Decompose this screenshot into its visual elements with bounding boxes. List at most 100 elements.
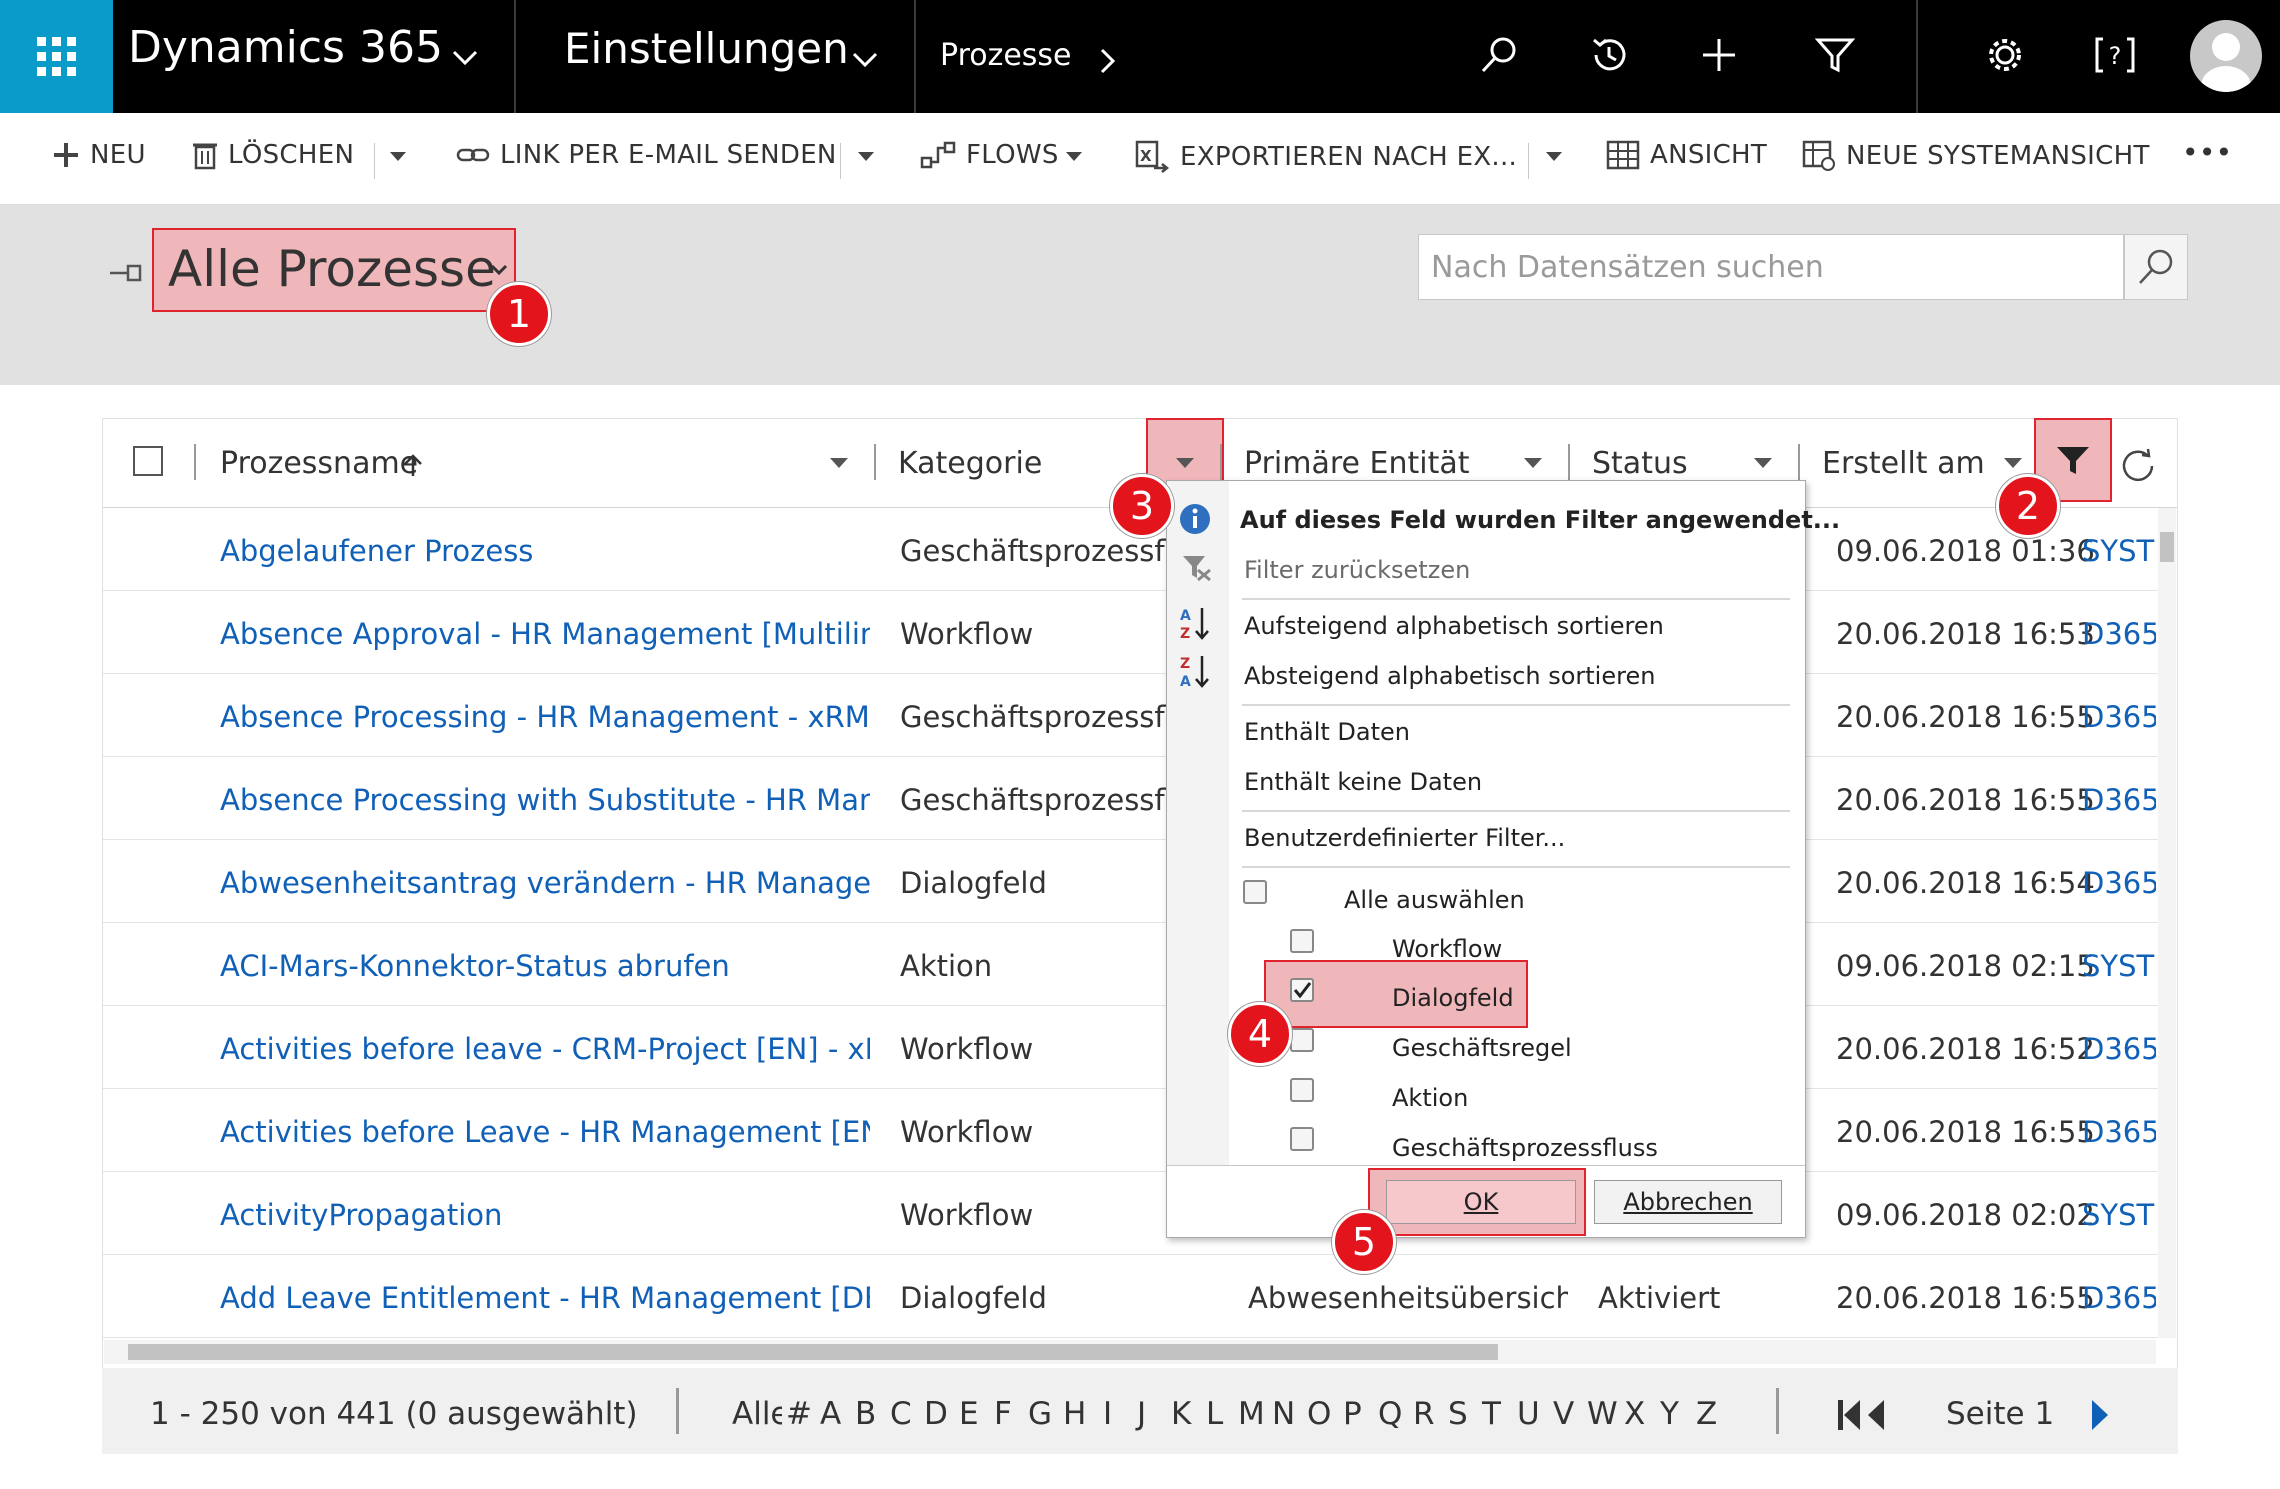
search-icon[interactable] bbox=[1474, 30, 1524, 80]
chevron-down-icon[interactable] bbox=[852, 52, 878, 68]
letter-filter[interactable]: N bbox=[1272, 1396, 1295, 1432]
owner-link[interactable]: D365 bbox=[2082, 1032, 2156, 1066]
letter-filter[interactable]: R bbox=[1413, 1396, 1435, 1432]
sort-descending-item[interactable]: Absteigend alphabetisch sortieren bbox=[1244, 662, 1655, 690]
search-button[interactable] bbox=[2124, 234, 2188, 300]
select-all-checkbox[interactable] bbox=[1243, 880, 1267, 904]
process-name-link[interactable]: Absence Processing - HR Management - xRM… bbox=[220, 700, 870, 734]
no-data-item[interactable]: Enthält keine Daten bbox=[1244, 768, 1482, 796]
letter-filter[interactable]: K bbox=[1171, 1396, 1191, 1432]
letter-filter[interactable]: C bbox=[890, 1396, 912, 1432]
filter-icon[interactable] bbox=[1810, 30, 1860, 80]
sort-ascending-item[interactable]: Aufsteigend alphabetisch sortieren bbox=[1244, 612, 1664, 640]
scroll-thumb[interactable] bbox=[2160, 532, 2174, 562]
chevron-down-icon[interactable] bbox=[858, 152, 874, 161]
letter-filter[interactable]: U bbox=[1517, 1396, 1540, 1432]
letter-filter[interactable]: T bbox=[1482, 1396, 1501, 1432]
process-name-link[interactable]: Activities before leave - CRM-Project [E… bbox=[220, 1032, 870, 1066]
owner-link[interactable]: D365 bbox=[2082, 700, 2156, 734]
letter-filter[interactable]: I bbox=[1103, 1396, 1112, 1432]
owner-link[interactable]: D365 bbox=[2082, 617, 2156, 651]
recent-history-icon[interactable] bbox=[1584, 30, 1634, 80]
option-checkbox[interactable] bbox=[1290, 1028, 1314, 1052]
letter-filter[interactable]: B bbox=[855, 1396, 876, 1432]
more-commands-button[interactable]: ••• bbox=[2182, 136, 2232, 169]
select-all-checkbox[interactable] bbox=[133, 446, 163, 476]
letter-filter[interactable]: S bbox=[1448, 1396, 1468, 1432]
owner-link[interactable]: D365 bbox=[2082, 866, 2156, 900]
contains-data-item[interactable]: Enthält Daten bbox=[1244, 718, 1410, 746]
chevron-down-icon[interactable] bbox=[1546, 152, 1562, 161]
process-name-link[interactable]: Abwesenheitsantrag verändern - HR Manage… bbox=[220, 866, 870, 900]
letter-filter[interactable]: H bbox=[1063, 1396, 1086, 1432]
option-checkbox[interactable] bbox=[1290, 929, 1314, 953]
owner-link[interactable]: D365 bbox=[2082, 1115, 2156, 1149]
letter-filter[interactable]: Y bbox=[1660, 1396, 1679, 1432]
owner-link[interactable]: D365 bbox=[2082, 783, 2156, 817]
option-checkbox[interactable] bbox=[1290, 1078, 1314, 1102]
delete-button[interactable]: LÖSCHEN bbox=[192, 140, 354, 170]
view-selector[interactable]: Alle Prozesse bbox=[152, 228, 516, 312]
letter-filter[interactable]: M bbox=[1238, 1396, 1265, 1432]
view-button[interactable]: ANSICHT bbox=[1606, 140, 1767, 170]
column-header-status[interactable]: Status bbox=[1592, 446, 1688, 481]
chevron-right-icon[interactable] bbox=[1100, 48, 1116, 74]
letter-filter[interactable]: D bbox=[924, 1396, 948, 1432]
letter-filter[interactable]: X bbox=[1624, 1396, 1645, 1432]
letter-filter[interactable]: J bbox=[1137, 1396, 1146, 1432]
process-name-link[interactable]: Activities before Leave - HR Management … bbox=[220, 1115, 870, 1149]
letter-filter[interactable]: W bbox=[1587, 1396, 1618, 1432]
letter-filter[interactable]: E bbox=[959, 1396, 979, 1432]
option-checkbox[interactable] bbox=[1290, 1127, 1314, 1151]
cancel-button[interactable]: Abbrechen bbox=[1594, 1180, 1782, 1224]
process-name-link[interactable]: Absence Approval - HR Management [Multil… bbox=[220, 617, 870, 651]
column-header-name[interactable]: Prozessname bbox=[220, 446, 418, 481]
gear-icon[interactable] bbox=[1980, 30, 2030, 80]
column-filter-dropdown[interactable] bbox=[1176, 458, 1194, 468]
app-launcher-button[interactable] bbox=[0, 0, 113, 113]
column-header-category[interactable]: Kategorie bbox=[898, 446, 1042, 481]
process-name-link[interactable]: Absence Processing with Substitute - HR … bbox=[220, 783, 870, 817]
area-title[interactable]: Einstellungen bbox=[564, 24, 849, 73]
flows-button[interactable]: FLOWS bbox=[920, 140, 1059, 170]
first-page-icon[interactable] bbox=[1836, 1398, 1892, 1432]
column-filter-dropdown[interactable] bbox=[1524, 458, 1542, 468]
column-filter-dropdown[interactable] bbox=[830, 458, 848, 468]
pin-icon[interactable] bbox=[108, 262, 142, 284]
column-filter-dropdown[interactable] bbox=[1754, 458, 1772, 468]
column-header-entity[interactable]: Primäre Entität bbox=[1244, 446, 1469, 481]
chevron-down-icon[interactable] bbox=[1066, 152, 1082, 161]
letter-filter[interactable]: Q bbox=[1378, 1396, 1402, 1432]
help-icon[interactable]: ? bbox=[2090, 30, 2140, 80]
letter-filter[interactable]: G bbox=[1028, 1396, 1052, 1432]
avatar[interactable] bbox=[2190, 20, 2262, 92]
ok-button[interactable]: OK bbox=[1386, 1180, 1576, 1224]
refresh-icon[interactable] bbox=[2118, 446, 2158, 486]
owner-link[interactable]: SYSTE bbox=[2082, 534, 2156, 568]
new-system-view-button[interactable]: NEUE SYSTEMANSICHT bbox=[1802, 140, 2150, 172]
vertical-scrollbar[interactable] bbox=[2158, 508, 2176, 1338]
letter-filter[interactable]: A bbox=[820, 1396, 841, 1432]
chevron-down-icon[interactable] bbox=[452, 50, 478, 66]
letter-filter[interactable]: P bbox=[1343, 1396, 1362, 1432]
owner-link[interactable]: D365 bbox=[2082, 1281, 2156, 1315]
column-header-created[interactable]: Erstellt am bbox=[1822, 446, 1985, 481]
letter-filter[interactable]: Z bbox=[1696, 1396, 1717, 1432]
plus-icon[interactable] bbox=[1694, 30, 1744, 80]
process-name-link[interactable]: ActivityPropagation bbox=[220, 1198, 870, 1232]
column-filter-dropdown[interactable] bbox=[2004, 458, 2022, 468]
process-name-link[interactable]: Abgelaufener Prozess bbox=[220, 534, 870, 568]
letter-filter[interactable]: L bbox=[1206, 1396, 1223, 1432]
app-brand[interactable]: Dynamics 365 bbox=[128, 22, 443, 73]
chevron-down-icon[interactable] bbox=[390, 152, 406, 161]
owner-link[interactable]: SYSTE bbox=[2082, 1198, 2156, 1232]
process-name-link[interactable]: Add Leave Entitlement - HR Management [D… bbox=[220, 1281, 870, 1315]
custom-filter-item[interactable]: Benutzerdefinierter Filter... bbox=[1244, 824, 1565, 852]
owner-link[interactable]: SYSTE bbox=[2082, 949, 2156, 983]
letter-filter[interactable]: F bbox=[994, 1396, 1012, 1432]
option-checkbox-checked[interactable] bbox=[1290, 978, 1314, 1002]
reset-filter-item[interactable]: Filter zurücksetzen bbox=[1244, 556, 1470, 584]
letter-filter[interactable]: O bbox=[1307, 1396, 1331, 1432]
letter-filter[interactable]: V bbox=[1553, 1396, 1574, 1432]
letter-filter[interactable]: # bbox=[786, 1396, 812, 1432]
